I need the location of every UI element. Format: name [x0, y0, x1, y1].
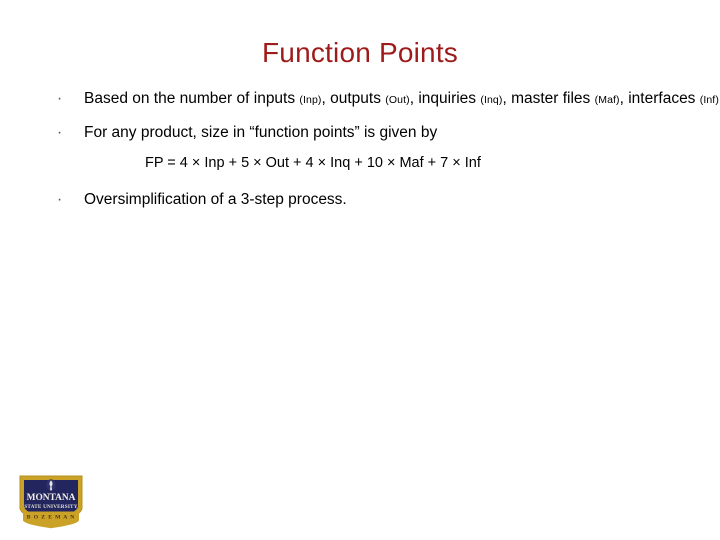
page-title: Function Points: [262, 37, 458, 68]
bullet-item-oversimplification: · Oversimplification of a 3-step process…: [0, 189, 720, 210]
montana-state-university-logo: MONTANA STATE UNIVERSITY B O Z E M A N: [19, 472, 83, 530]
bullet-text-oversimplification: Oversimplification of a 3-step process.: [84, 191, 347, 208]
abbr-out: (Out): [385, 94, 410, 106]
bullet-segment: Based on the number of inputs: [84, 90, 300, 107]
bullet-segment: , master files: [502, 90, 595, 107]
bullet-marker-icon: ·: [57, 90, 63, 107]
bullet-item-function-points: · For any product, size in “function poi…: [0, 122, 720, 143]
bullet-marker-icon: ·: [57, 191, 63, 208]
bullet-text-function-points: For any product, size in “function point…: [84, 124, 438, 141]
abbr-inf: (Inf): [699, 94, 719, 106]
abbr-inp: (Inp): [299, 94, 322, 106]
logo-line-montana: MONTANA: [27, 493, 76, 503]
function-point-formula: FP = 4 × Inp + 5 × Out + 4 × Inq + 10 × …: [145, 155, 481, 171]
abbr-maf: (Maf): [594, 94, 620, 106]
slide-canvas: Function Points · Based on the number of…: [0, 0, 720, 540]
bullet-marker-icon: ·: [57, 124, 63, 141]
bullet-segment: , outputs: [321, 90, 386, 107]
bullet-item-inputs: · Based on the number of inputs (Inp), o…: [0, 88, 720, 111]
bullet-segment: , interfaces: [619, 90, 700, 107]
abbr-inq: (Inq): [480, 94, 503, 106]
logo-line-bozeman: B O Z E M A N: [27, 514, 75, 520]
logo-line-state-university: STATE UNIVERSITY: [24, 504, 77, 510]
bullet-segment: , inquiries: [409, 90, 481, 107]
slide-body: · Based on the number of inputs (Inp), o…: [0, 88, 720, 210]
bullet-text-inputs: Based on the number of inputs (Inp), out…: [84, 88, 720, 111]
